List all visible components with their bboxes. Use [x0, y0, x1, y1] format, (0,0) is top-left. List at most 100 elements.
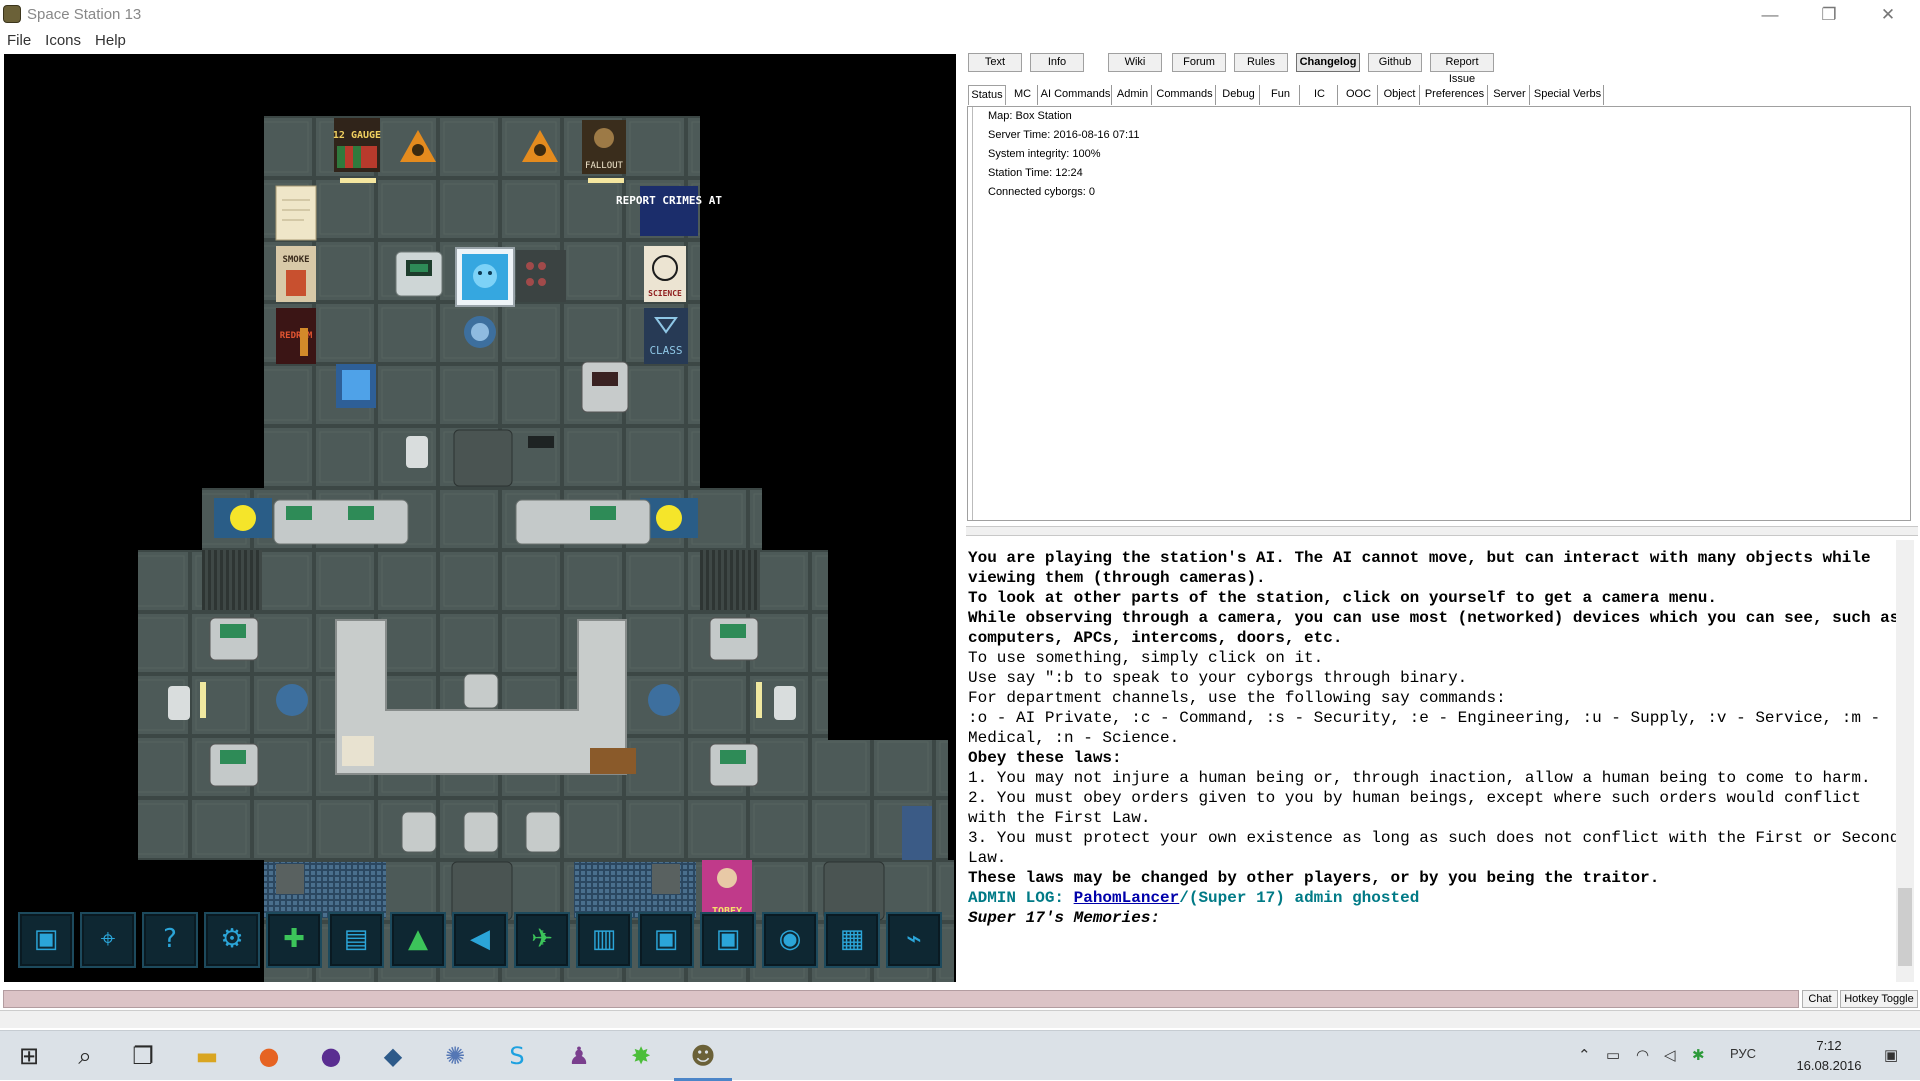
console-desk-2[interactable] — [515, 499, 651, 545]
wiki-button[interactable]: Wiki — [1108, 53, 1162, 72]
tab-server[interactable]: Server — [1490, 85, 1530, 105]
start-icon[interactable]: ⊞ — [0, 1031, 58, 1081]
ss13-icon[interactable]: ☻ — [674, 1031, 732, 1081]
close-button[interactable]: ✕ — [1864, 0, 1912, 29]
core-icon[interactable]: ▣ — [18, 912, 74, 968]
console[interactable] — [395, 251, 443, 297]
console-left-1[interactable] — [209, 617, 259, 661]
photo-icon[interactable]: ▣ — [700, 912, 756, 968]
intercom-right[interactable] — [774, 686, 796, 720]
ai-core[interactable] — [455, 247, 515, 307]
skype-icon[interactable]: S — [488, 1031, 546, 1081]
poster-tobey[interactable]: TOBEY — [702, 860, 752, 918]
game-viewport[interactable]: 12 GAUGE FALLOUT REPORT CRIMES AT SMOKE … — [4, 54, 956, 982]
station-map[interactable]: 12 GAUGE FALLOUT REPORT CRIMES AT SMOKE … — [4, 54, 956, 982]
poster-redrum[interactable]: REDRUM — [276, 308, 316, 364]
chat-input[interactable] — [3, 990, 1799, 1008]
camera-icon[interactable]: ⌖ — [80, 912, 136, 968]
alerts-icon[interactable]: ▲ — [390, 912, 446, 968]
rules-button[interactable]: Rules — [1234, 53, 1288, 72]
tab-debug[interactable]: Debug — [1218, 85, 1260, 105]
poster-class[interactable]: CLASS — [644, 308, 688, 364]
turret-left[interactable] — [276, 684, 308, 716]
menu-icons[interactable]: Icons — [38, 30, 88, 51]
announcement-icon[interactable]: ◀ — [452, 912, 508, 968]
intercom-left[interactable] — [168, 686, 190, 720]
admin-name-link[interactable]: PahomLancer — [1074, 889, 1180, 907]
turret[interactable] — [464, 316, 496, 348]
app-tray-icon[interactable]: ✱ — [1692, 1046, 1705, 1064]
vending[interactable] — [902, 806, 932, 860]
maximize-button[interactable]: ❐ — [1805, 0, 1853, 29]
status-icon[interactable]: ▥ — [576, 912, 632, 968]
tab-fun[interactable]: Fun — [1262, 85, 1300, 105]
door[interactable] — [453, 429, 513, 487]
volume-icon[interactable]: ◁ — [1664, 1046, 1676, 1064]
camera-light-icon[interactable]: ◉ — [762, 912, 818, 968]
tab-object[interactable]: Object — [1380, 85, 1420, 105]
scrollbar-thumb[interactable] — [1898, 888, 1912, 966]
sensor-icon[interactable]: ⌁ — [886, 912, 942, 968]
tab-status[interactable]: Status — [968, 85, 1006, 105]
intercom[interactable] — [406, 436, 428, 468]
menu-file[interactable]: File — [0, 30, 38, 51]
task-view-icon[interactable]: ❐ — [114, 1031, 172, 1081]
report-issue-button[interactable]: Report Issue — [1430, 53, 1494, 85]
changelog-button[interactable]: Changelog — [1296, 53, 1360, 72]
tab-commands[interactable]: Commands — [1154, 85, 1216, 105]
menu-help[interactable]: Help — [88, 30, 133, 51]
holopad[interactable] — [336, 364, 376, 408]
poster-science[interactable]: SCIENCE — [644, 246, 686, 302]
chevron-up-icon[interactable]: ⌃ — [1578, 1046, 1591, 1064]
text-button[interactable]: Text — [968, 53, 1022, 72]
github-button[interactable]: Github — [1368, 53, 1422, 72]
file-explorer-icon[interactable]: ▬ — [178, 1031, 236, 1081]
battery-icon[interactable]: ▭ — [1606, 1046, 1620, 1064]
language-indicator[interactable]: РУС — [1730, 1046, 1756, 1061]
minimize-button[interactable]: — — [1746, 0, 1794, 29]
github-icon[interactable]: ● — [302, 1031, 360, 1081]
tab-mc[interactable]: MC — [1008, 85, 1038, 105]
camera-list-icon[interactable]: ? — [142, 912, 198, 968]
crew-monitor-icon[interactable]: ✚ — [266, 912, 322, 968]
wifi-icon[interactable]: ◠ — [1636, 1046, 1649, 1064]
poster-smoke[interactable]: SMOKE — [276, 246, 316, 302]
documents[interactable] — [342, 736, 374, 766]
info-button[interactable]: Info — [1030, 53, 1084, 72]
trash-bin-2[interactable] — [652, 864, 680, 894]
pda-icon[interactable]: ▣ — [638, 912, 694, 968]
tab-ic[interactable]: IC — [1302, 85, 1338, 105]
call-shuttle-icon[interactable]: ✈ — [514, 912, 570, 968]
search-icon[interactable]: ⌕ — [56, 1031, 114, 1081]
cheat-icon[interactable]: ✸ — [612, 1031, 670, 1081]
hotkey-toggle-button[interactable]: Hotkey Toggle — [1840, 990, 1918, 1008]
network-icon[interactable]: ✺ — [426, 1031, 484, 1081]
apc-console[interactable] — [581, 361, 629, 413]
firefox-icon[interactable]: ● — [240, 1031, 298, 1081]
notifications-icon[interactable]: ▣ — [1884, 1046, 1898, 1064]
trash-bin[interactable] — [276, 864, 304, 894]
tab-preferences[interactable]: Preferences — [1422, 85, 1488, 105]
chat-button[interactable]: Chat — [1802, 990, 1838, 1008]
tab-ai-commands[interactable]: AI Commands — [1040, 85, 1112, 105]
paper-notice[interactable] — [275, 185, 317, 241]
tab-ooc[interactable]: OOC — [1340, 85, 1378, 105]
poster-fallout[interactable]: FALLOUT — [582, 120, 626, 183]
pane-splitter[interactable] — [966, 526, 1918, 536]
tab-admin[interactable]: Admin — [1114, 85, 1152, 105]
manifest-icon[interactable]: ▤ — [328, 912, 384, 968]
camera-track-icon[interactable]: ⚙ — [204, 912, 260, 968]
image-icon[interactable]: ▦ — [824, 912, 880, 968]
status-display[interactable] — [214, 498, 272, 538]
turret-right[interactable] — [648, 684, 680, 716]
console-right-1[interactable] — [709, 617, 759, 661]
visual-studio-icon[interactable]: ◆ — [364, 1031, 422, 1081]
camera[interactable] — [528, 436, 554, 448]
byond-icon[interactable]: ♟ — [550, 1031, 608, 1081]
console-left-2[interactable] — [209, 743, 259, 787]
server-rack[interactable] — [516, 250, 566, 302]
clock[interactable]: 7:12 16.08.2016 — [1788, 1036, 1870, 1076]
tab-special-verbs[interactable]: Special Verbs — [1532, 85, 1604, 105]
forum-button[interactable]: Forum — [1172, 53, 1226, 72]
console-right-2[interactable] — [709, 743, 759, 787]
